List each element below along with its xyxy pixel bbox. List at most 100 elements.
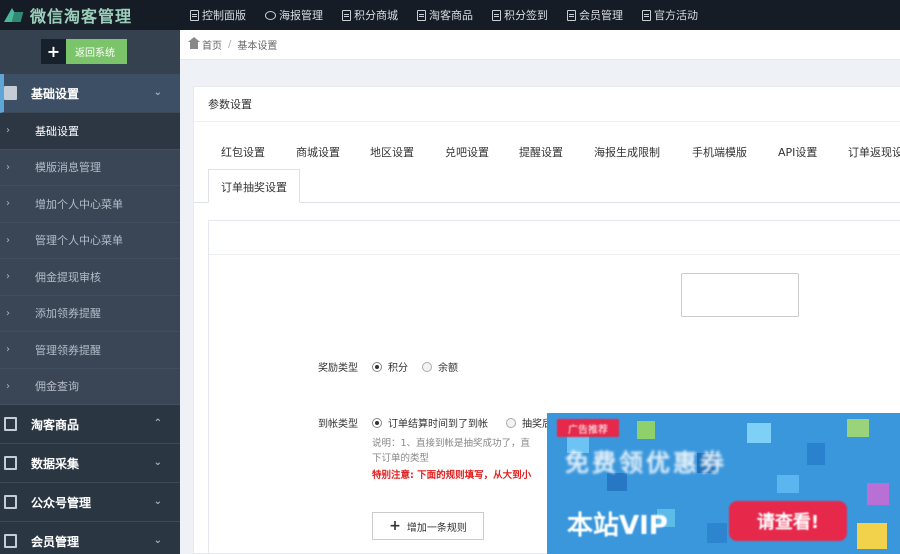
sidebar-item-commission-query[interactable]: › 佣金查询 [0,369,180,405]
topnav-points-mall[interactable]: 积分商城 [342,7,398,23]
tab-order-lottery[interactable]: 订单抽奖设置 [208,169,300,203]
plus-icon: + [41,39,66,64]
sidebar-item-basic-settings[interactable]: › 基础设置 [0,113,180,150]
sidebar-group-label: 会员管理 [31,534,80,549]
topnav-poster[interactable]: 海报管理 [265,7,323,23]
topnav-label: 控制面版 [202,9,246,22]
radio-unchecked-icon [506,417,516,428]
flask-icon [4,495,17,509]
home-icon [188,37,200,49]
breadcrumb-separator: / [228,39,232,50]
sidebar-sub-list: › 基础设置 › 模版消息管理 › 增加个人中心菜单 › 管理个人中心菜单 › 佣金提现审… [0,113,180,405]
tab-mobile-template[interactable]: 手机端模版 [692,144,747,160]
chevron-up-icon: ⌃ [153,418,162,429]
sidebar-item-add-coupon-reminder[interactable]: › 添加领券提醒 [0,296,180,332]
reward-type-balance-radio[interactable]: 余额 [422,359,458,374]
sidebar-item-withdraw-review[interactable]: › 佣金提现审核 [0,259,180,296]
ad-cta-badge[interactable]: 请查看! [729,501,847,541]
chevron-right-icon: › [6,271,10,283]
document-icon [4,86,17,100]
topnav-dashboard[interactable]: 控制面版 [190,7,246,23]
sidebar-group-taoke-goods[interactable]: 淘客商品 ⌃ [0,405,180,444]
description-textarea[interactable] [681,273,799,317]
radio-checked-icon [372,361,382,372]
chevron-right-icon: › [6,344,10,356]
tab-api[interactable]: API设置 [778,144,817,160]
doc-icon [417,9,426,21]
topnav-official-events[interactable]: 官方活动 [642,7,698,23]
sidebar-group-members[interactable]: 会员管理 ⌄ [0,522,180,554]
chevron-down-icon: ⌄ [153,496,162,507]
chevron-right-icon: › [6,161,10,173]
sidebar: + 返回系统 基础设置 ⌄ › 基础设置 › 模版消息管理 › 增加个人中心菜单 › 管… [0,30,180,554]
topnav-label: 会员管理 [579,9,623,22]
tab-reminder[interactable]: 提醒设置 [519,144,563,160]
sidebar-group-wechat[interactable]: 公众号管理 ⌄ [0,483,180,522]
topnav-members[interactable]: 会员管理 [567,7,623,23]
back-wrap: + 返回系统 [0,30,180,74]
radio-checked-icon [372,417,382,428]
radio-label: 余额 [438,363,458,374]
app-logo[interactable]: 微信淘客管理 [0,0,180,30]
sidebar-item-label: 佣金提现审核 [35,270,101,284]
add-rule-label: 增加一条规则 [406,522,467,534]
back-to-system-button[interactable]: + 返回系统 [41,39,127,64]
settings-tabs: 红包设置 商城设置 地区设置 兑吧设置 提醒设置 海报生成限制 手机端模版 AP… [194,122,900,203]
doc-icon [642,9,651,21]
tab-redpacket[interactable]: 红包设置 [221,144,265,160]
reward-type-label: 奖励类型 [318,363,358,374]
chevron-right-icon: › [6,380,10,392]
app-title: 微信淘客管理 [30,7,133,26]
doc-icon [567,9,576,21]
topnav-checkin[interactable]: 积分签到 [492,7,548,23]
tab-duiba[interactable]: 兑吧设置 [445,144,489,160]
chevron-right-icon: › [6,125,10,137]
sidebar-group-label: 数据采集 [31,456,80,471]
tab-order-cashback[interactable]: 订单返现设 [848,144,900,160]
chevron-right-icon: › [6,198,10,210]
doc-icon [492,9,501,21]
tab-mall[interactable]: 商城设置 [296,144,340,160]
document-icon [4,456,17,470]
sidebar-item-manage-center-menu[interactable]: › 管理个人中心菜单 [0,223,180,259]
panel-title: 参数设置 [194,87,900,122]
sidebar-item-label: 模版消息管理 [35,161,101,175]
topnav-taoke-goods[interactable]: 淘客商品 [417,7,473,23]
plus-icon: + [389,518,401,534]
sidebar-item-label: 管理个人中心菜单 [35,234,123,248]
doc-icon [342,9,351,21]
sidebar-item-label: 管理领券提醒 [35,343,101,357]
ad-vip-text: 本站VIP [567,511,668,541]
tab-region[interactable]: 地区设置 [370,144,414,160]
chevron-down-icon: ⌄ [153,457,162,468]
document-icon [4,534,17,548]
topnav-label: 海报管理 [279,9,323,22]
ad-banner[interactable]: 广告推荐 免费领优惠券 本站VIP 请查看! [547,413,900,554]
sidebar-item-template-messages[interactable]: › 模版消息管理 [0,150,180,186]
sidebar-group-basic-settings[interactable]: 基础设置 ⌄ [0,74,180,113]
reward-type-points-radio[interactable]: 积分 [372,359,408,374]
radio-unchecked-icon [422,361,432,372]
note-line-1: 说明：1、直接到帐是抽奖成功了，直 [372,438,531,449]
add-rule-button[interactable]: + 增加一条规则 [372,512,484,540]
top-nav: 控制面版 海报管理 积分商城 淘客商品 积分签到 会员管理 官方活动 [190,0,717,30]
topnav-label: 官方活动 [654,9,698,22]
chevron-down-icon: ⌄ [153,87,162,98]
chevron-right-icon: › [6,307,10,319]
sidebar-item-add-center-menu[interactable]: › 增加个人中心菜单 [0,186,180,223]
arrival-on-settlement-radio[interactable]: 订单结算时间到了到帐 [372,415,488,430]
breadcrumb-home-link[interactable]: 首页 [202,37,222,52]
sidebar-item-label: 佣金查询 [35,380,79,394]
warning-text: 特别注意: 下面的规则填写，从大到小 [372,470,532,481]
tab-poster-limit[interactable]: 海报生成限制 [594,144,660,160]
logo-mark-icon [4,6,26,24]
chevron-down-icon: ⌄ [153,535,162,546]
sidebar-item-manage-coupon-reminder[interactable]: › 管理领券提醒 [0,332,180,369]
sidebar-item-label: 添加领券提醒 [35,307,101,321]
top-bar: 微信淘客管理 控制面版 海报管理 积分商城 淘客商品 积分签到 会员管理 官方活… [0,0,900,30]
sidebar-group-data-collect[interactable]: 数据采集 ⌄ [0,444,180,483]
book-icon [4,417,17,431]
sidebar-group-label: 基础设置 [31,86,80,101]
topnav-label: 淘客商品 [429,9,473,22]
arrival-after-lottery-radio[interactable]: 抽奖后 [506,415,552,430]
